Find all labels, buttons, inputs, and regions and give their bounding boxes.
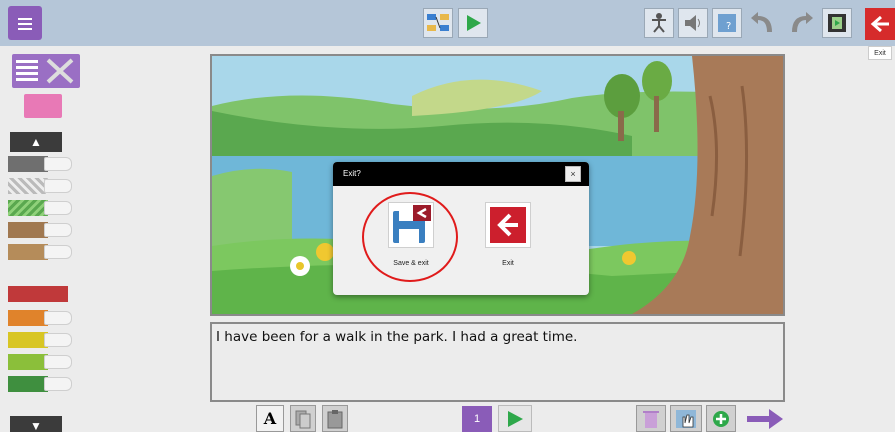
film-icon[interactable] bbox=[822, 8, 852, 38]
color-swatch-red[interactable] bbox=[8, 284, 74, 304]
add-page-icon[interactable] bbox=[706, 405, 736, 432]
undo-icon[interactable] bbox=[748, 8, 778, 38]
layout-toggle-icon[interactable] bbox=[423, 8, 453, 38]
color-swatch-tan-texture[interactable] bbox=[8, 242, 74, 262]
dialog-title: Exit? bbox=[333, 162, 589, 186]
font-button[interactable]: A bbox=[256, 405, 284, 432]
color-swatch-yellow[interactable] bbox=[8, 330, 74, 350]
eraser-icon[interactable] bbox=[24, 94, 62, 118]
drawing-palette: ▲ ▼ bbox=[8, 54, 80, 432]
exit-label: Exit bbox=[502, 260, 514, 267]
hamburger-menu-icon[interactable] bbox=[8, 6, 42, 40]
paste-icon[interactable] bbox=[322, 405, 348, 432]
speaker-icon[interactable] bbox=[678, 8, 708, 38]
help-image-icon[interactable]: ? bbox=[712, 8, 742, 38]
save-and-exit-label: Save & exit bbox=[393, 260, 429, 267]
color-swatch-dark-green[interactable] bbox=[8, 374, 74, 394]
dialog-close-button[interactable]: × bbox=[565, 166, 581, 182]
color-swatch-gray[interactable] bbox=[8, 154, 74, 174]
save-and-exit-option[interactable]: Save & exit bbox=[381, 202, 441, 267]
story-text-box[interactable]: I have been for a walk in the park. I ha… bbox=[210, 322, 785, 402]
scroll-up-button[interactable]: ▲ bbox=[10, 132, 62, 152]
color-swatch-orange[interactable] bbox=[8, 308, 74, 328]
move-hand-icon[interactable] bbox=[670, 405, 702, 432]
exit-arrow-icon bbox=[485, 202, 531, 248]
redo-icon[interactable] bbox=[786, 8, 816, 38]
color-swatch-brown-texture[interactable] bbox=[8, 220, 74, 240]
page-number[interactable]: 1 bbox=[462, 406, 492, 432]
save-and-exit-icon bbox=[388, 202, 434, 248]
exit-arrow-icon bbox=[870, 15, 889, 33]
next-page-arrow-icon[interactable] bbox=[744, 405, 786, 432]
scroll-down-button[interactable]: ▼ bbox=[10, 416, 62, 432]
color-swatch-light-green[interactable] bbox=[8, 352, 74, 372]
svg-text:?: ? bbox=[726, 21, 731, 32]
copy-icon[interactable] bbox=[290, 405, 316, 432]
play-icon[interactable] bbox=[458, 8, 488, 38]
play-page-icon[interactable] bbox=[498, 405, 532, 432]
tools-wrench-icon[interactable] bbox=[12, 54, 80, 88]
color-swatch-green-pattern[interactable] bbox=[8, 198, 74, 218]
trash-icon[interactable] bbox=[636, 405, 666, 432]
exit-button[interactable] bbox=[865, 8, 895, 40]
exit-dialog: Exit? × Save & exit Exit bbox=[333, 162, 589, 295]
exit-option[interactable]: Exit bbox=[478, 202, 538, 267]
accessibility-figure-icon[interactable] bbox=[644, 8, 674, 38]
top-toolbar: ? bbox=[0, 0, 895, 46]
exit-tooltip: Exit bbox=[868, 46, 892, 60]
color-swatch-transparent[interactable] bbox=[8, 176, 74, 196]
